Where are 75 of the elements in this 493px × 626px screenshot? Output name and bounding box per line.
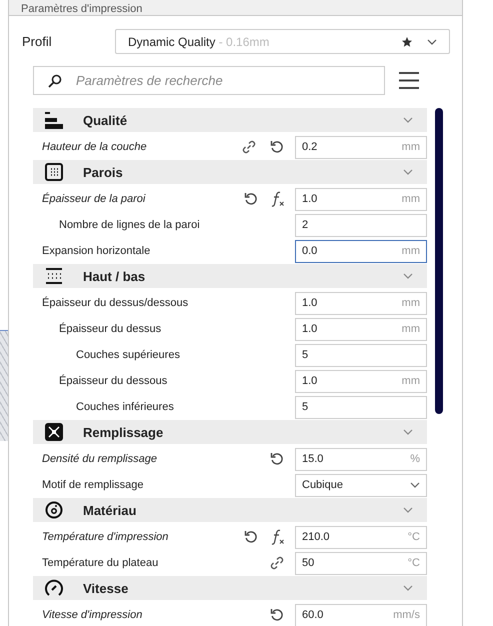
section-icon	[45, 423, 63, 441]
chevron-down-icon	[403, 507, 413, 513]
chevron-down-icon	[403, 273, 413, 279]
section-icon	[45, 579, 63, 597]
value-field[interactable]: 0.2 mm	[295, 136, 427, 158]
profile-dropdown[interactable]: Dynamic Quality - 0.16mm	[115, 29, 450, 54]
setting-label: Densité du remplissage	[41, 453, 158, 465]
search-field[interactable]: Paramètres de recherche	[33, 66, 385, 95]
setting-label: Épaisseur du dessus	[58, 323, 162, 335]
section-icon	[45, 163, 63, 181]
section-header[interactable]: Remplissage	[33, 420, 427, 446]
section-header[interactable]: Matériau	[33, 498, 427, 524]
setting-label: Nombre de lignes de la paroi	[58, 219, 201, 231]
unit-label: mm	[402, 323, 420, 335]
search-icon	[48, 74, 62, 88]
setting-label: Température d'impression	[41, 531, 170, 543]
setting-label: Température du plateau	[41, 557, 160, 569]
section-icon	[45, 501, 63, 519]
value-field[interactable]: 1.0 mm	[295, 292, 427, 314]
section-icon	[45, 267, 63, 285]
value-field[interactable]: 1.0 mm	[295, 188, 427, 210]
section-header[interactable]: Haut / bas	[33, 264, 427, 290]
setting-label: Motif de remplissage	[41, 479, 144, 491]
value-field[interactable]: 50 °C	[295, 552, 427, 574]
reset-icon[interactable]	[243, 529, 259, 545]
scrollbar-thumb[interactable]	[435, 108, 443, 414]
unit-label: mm	[402, 141, 420, 153]
star-icon[interactable]	[401, 36, 413, 48]
unit-label: %	[410, 453, 420, 465]
value-field[interactable]: 5	[295, 396, 427, 418]
value-field[interactable]: 1.0 mm	[295, 318, 427, 340]
value-field[interactable]: 15.0 %	[295, 448, 427, 470]
value-field[interactable]: 210.0 °C	[295, 526, 427, 548]
chevron-down-icon	[427, 38, 437, 44]
section-header[interactable]: Vitesse	[33, 576, 427, 602]
chevron-down-icon	[403, 429, 413, 435]
setting-label: Expansion horizontale	[41, 245, 152, 257]
chevron-down-icon	[403, 117, 413, 123]
setting-label: Hauteur de la couche	[41, 141, 148, 153]
formula-icon[interactable]	[271, 529, 285, 545]
value-field[interactable]: 0.0 mm	[295, 240, 427, 262]
unit-label: mm/s	[393, 609, 420, 621]
unit-label: mm	[402, 375, 420, 387]
link-icon[interactable]	[269, 555, 285, 571]
setting-label: Épaisseur du dessus/dessous	[41, 297, 190, 309]
setting-label: Vitesse d'impression	[41, 609, 144, 621]
setting-label: Couches supérieures	[75, 349, 181, 361]
menu-icon[interactable]	[399, 72, 419, 89]
chevron-down-icon	[403, 585, 413, 591]
setting-label: Épaisseur de la paroi	[41, 193, 146, 205]
formula-icon[interactable]	[271, 191, 285, 207]
unit-label: °C	[408, 531, 420, 543]
reset-icon[interactable]	[269, 451, 285, 467]
chevron-down-icon	[403, 169, 413, 175]
unit-label: °C	[408, 557, 420, 569]
value-field[interactable]: 60.0 mm/s	[295, 604, 427, 626]
reset-icon[interactable]	[269, 139, 285, 155]
section-header[interactable]: Parois	[33, 160, 427, 186]
unit-label: mm	[402, 297, 420, 309]
reset-icon[interactable]	[243, 191, 259, 207]
unit-label: mm	[402, 193, 420, 205]
section-icon	[45, 111, 63, 129]
value-field[interactable]: 1.0 mm	[295, 370, 427, 392]
value-field[interactable]: 5	[295, 344, 427, 366]
value-dropdown[interactable]: Cubique	[295, 474, 427, 496]
section-header[interactable]: Qualité	[33, 108, 427, 134]
unit-label: mm	[402, 245, 420, 257]
chevron-down-icon	[410, 482, 420, 488]
setting-label: Épaisseur du dessous	[58, 375, 168, 387]
reset-icon[interactable]	[269, 607, 285, 623]
window-title: Paramètres d'impression	[21, 3, 142, 15]
link-icon[interactable]	[241, 139, 257, 155]
value-field[interactable]: 2	[295, 214, 427, 236]
setting-label: Couches inférieures	[75, 401, 175, 413]
profile-label: Profil	[22, 34, 53, 49]
